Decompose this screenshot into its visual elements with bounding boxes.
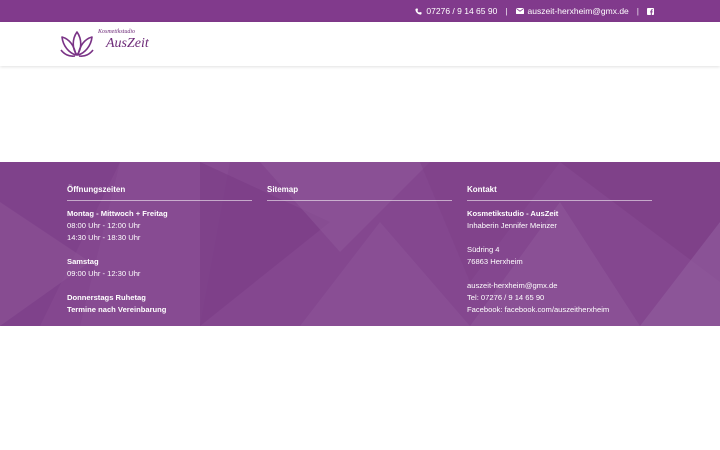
top-separator-2: | (636, 6, 639, 16)
site-header: Kosmetikstudio AusZeit (0, 22, 720, 66)
top-separator: | (505, 6, 508, 16)
hours-weekday-morning: 08:00 Uhr - 12:00 Uhr (67, 221, 141, 230)
footer-contact-body: Kosmetikstudio - AusZeit Inhaberin Jenni… (467, 208, 652, 316)
top-email[interactable]: auszeit-herxheim@gmx.de (515, 6, 629, 16)
site-logo[interactable]: Kosmetikstudio AusZeit (60, 28, 149, 60)
footer-contact-heading: Kontakt (467, 184, 652, 201)
site-footer: Öffnungszeiten Montag - Mittwoch + Freit… (0, 162, 720, 326)
footer-sitemap-heading: Sitemap (267, 184, 452, 201)
top-contact-bar: 07276 / 9 14 65 90 | auszeit-herxheim@gm… (0, 0, 720, 22)
top-email-text: auszeit-herxheim@gmx.de (527, 6, 629, 16)
contact-street: Südring 4 (467, 245, 500, 254)
logo-script-text: AusZeit (106, 36, 149, 51)
lotus-logo-icon (60, 31, 94, 57)
contact-phone[interactable]: Tel: 07276 / 9 14 65 90 (467, 292, 652, 304)
contact-studio-name: Kosmetikstudio - AusZeit (467, 209, 559, 218)
footer-hours-body: Montag - Mittwoch + Freitag 08:00 Uhr - … (67, 208, 252, 316)
top-facebook-link[interactable] (647, 7, 654, 15)
top-phone[interactable]: 07276 / 9 14 65 90 (415, 6, 497, 16)
contact-owner: Inhaberin Jennifer Meinzer (467, 221, 557, 230)
logo-small-text: Kosmetikstudio (98, 29, 135, 35)
contact-city: 76863 Herxheim (467, 257, 523, 266)
hours-appointment-note: Termine nach Vereinbarung (67, 305, 167, 314)
hours-saturday-time: 09:00 Uhr - 12:30 Uhr (67, 269, 141, 278)
top-phone-text: 07276 / 9 14 65 90 (426, 6, 498, 16)
hours-saturday-label: Samstag (67, 257, 99, 266)
phone-icon (415, 7, 422, 15)
footer-hours-heading: Öffnungszeiten (67, 184, 252, 201)
footer-contact-column: Kontakt Kosmetikstudio - AusZeit Inhaber… (467, 184, 652, 316)
top-contact-items: 07276 / 9 14 65 90 | auszeit-herxheim@gm… (415, 0, 654, 22)
contact-facebook-link[interactable]: Facebook: facebook.com/auszeitherxheim (467, 304, 652, 316)
contact-email-link[interactable]: auszeit-herxheim@gmx.de (467, 280, 652, 292)
hours-thursday-note: Donnerstags Ruhetag (67, 293, 146, 302)
facebook-icon (647, 7, 654, 15)
hours-weekday-afternoon: 14:30 Uhr - 18:30 Uhr (67, 233, 141, 242)
footer-sitemap-column: Sitemap (267, 184, 452, 201)
envelope-icon (515, 8, 524, 14)
footer-hours-column: Öffnungszeiten Montag - Mittwoch + Freit… (67, 184, 252, 316)
hours-weekday-label: Montag - Mittwoch + Freitag (67, 209, 168, 218)
